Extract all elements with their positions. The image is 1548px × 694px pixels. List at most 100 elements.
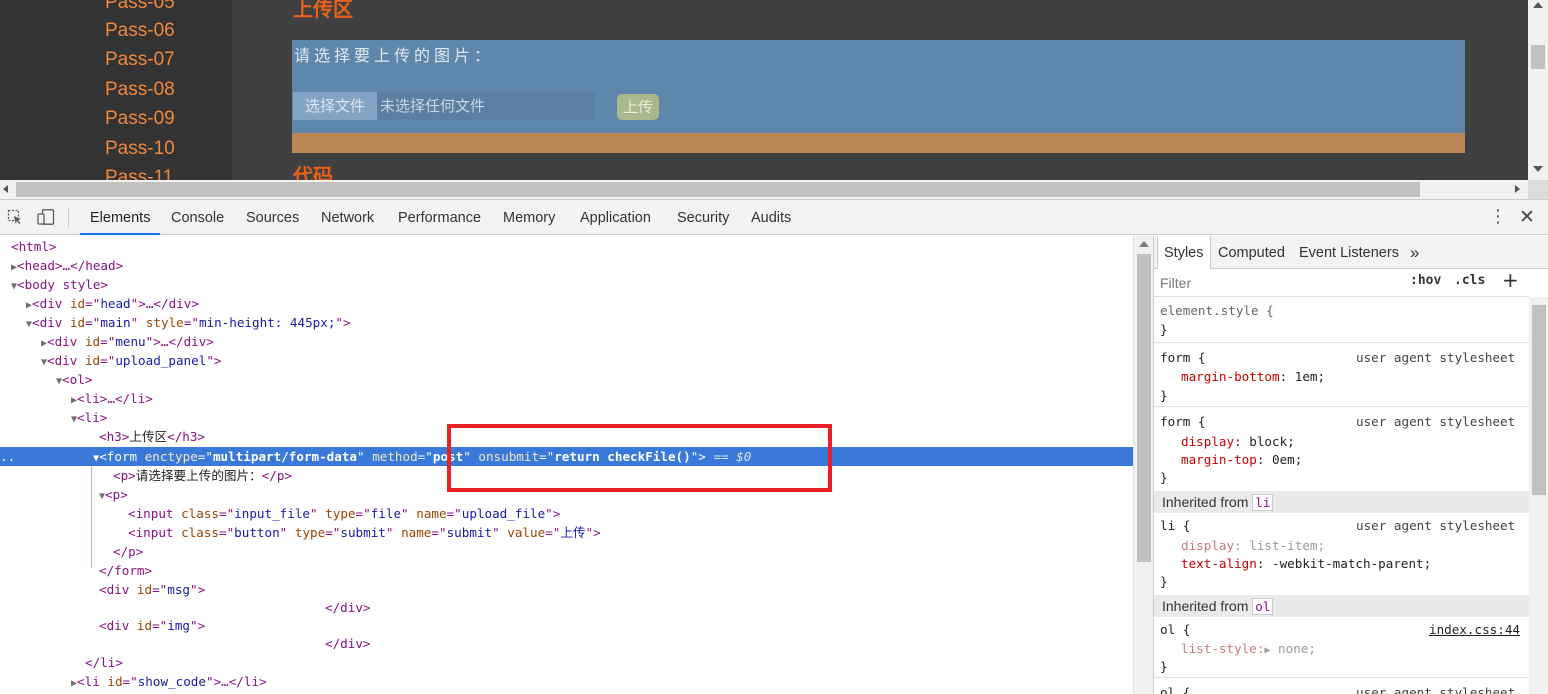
scroll-thumb[interactable] bbox=[1532, 305, 1546, 495]
inherited-ol-chip[interactable]: ol bbox=[1252, 598, 1274, 615]
hov-toggle[interactable]: :hov bbox=[1410, 273, 1441, 288]
tree-node-p[interactable]: ▼<p> bbox=[99, 485, 128, 504]
tab-application[interactable]: Application bbox=[580, 200, 651, 235]
li-rule-prop-text-align[interactable]: text-align: -webkit-match-parent; bbox=[1181, 554, 1431, 573]
scroll-up-icon[interactable] bbox=[1533, 2, 1543, 8]
li-rule-origin: user agent stylesheet bbox=[1356, 518, 1516, 533]
tree-node-form-close[interactable]: </form> bbox=[99, 561, 152, 580]
tree-node-li[interactable]: ▼<li> bbox=[71, 408, 107, 427]
tab-computed[interactable]: Computed bbox=[1218, 236, 1285, 269]
form-rule-2-selector[interactable]: form { bbox=[1160, 412, 1206, 431]
menu-item-pass-06[interactable]: Pass-06 bbox=[105, 20, 175, 42]
elements-scrollbar[interactable] bbox=[1133, 236, 1153, 694]
inherited-from-ol-header: Inherited from ol bbox=[1154, 595, 1529, 617]
menu-item-pass-05[interactable]: Pass-05 bbox=[105, 0, 175, 14]
tree-node-input-button[interactable]: <input class="button" type="submit" name… bbox=[128, 523, 601, 542]
tab-memory[interactable]: Memory bbox=[503, 200, 555, 235]
upload-submit-button[interactable]: 上传 bbox=[617, 94, 659, 120]
tab-sources[interactable]: Sources bbox=[246, 200, 299, 235]
ol-rule-selector[interactable]: ol { bbox=[1160, 620, 1190, 639]
styles-scrollbar[interactable] bbox=[1529, 297, 1548, 694]
upload-heading: 上传区 bbox=[293, 0, 353, 21]
page-vertical-scrollbar[interactable] bbox=[1528, 0, 1548, 180]
form-rule-1-selector[interactable]: form { bbox=[1160, 348, 1206, 367]
ol-rule-2-selector[interactable]: ol { bbox=[1160, 683, 1190, 694]
tree-node-input-file[interactable]: <input class="input_file" type="file" na… bbox=[128, 504, 560, 523]
new-style-rule-icon[interactable]: + bbox=[1502, 268, 1519, 292]
tab-network[interactable]: Network bbox=[321, 200, 374, 235]
tree-node-h3[interactable]: <h3>上传区</h3> bbox=[99, 427, 205, 446]
styles-filter-input[interactable]: Filter bbox=[1160, 275, 1191, 291]
menu-item-pass-07[interactable]: Pass-07 bbox=[105, 49, 175, 71]
cls-toggle[interactable]: .cls bbox=[1454, 273, 1485, 288]
page-viewport: Pass-05 Pass-06 Pass-07 Pass-08 Pass-09 … bbox=[0, 0, 1548, 180]
menu-item-pass-11[interactable]: Pass-11 bbox=[105, 167, 173, 180]
choose-file-button[interactable]: 选择文件 bbox=[293, 92, 377, 120]
scroll-thumb[interactable] bbox=[16, 182, 1420, 197]
scroll-thumb[interactable] bbox=[1531, 45, 1545, 69]
inherited-from-li-header: Inherited from li bbox=[1154, 491, 1529, 513]
devtools-toolbar: Elements Console Sources Network Perform… bbox=[0, 200, 1548, 235]
li-rule-selector[interactable]: li { bbox=[1160, 516, 1190, 535]
tree-node-div-img-close[interactable]: </div> bbox=[325, 634, 371, 653]
tree-node-div-head[interactable]: ▶<div id="head">…</div> bbox=[26, 294, 199, 313]
tree-node-div-msg-close[interactable]: </div> bbox=[325, 598, 371, 617]
scrollbar-corner bbox=[1528, 180, 1548, 199]
ol-rule-prop-list-style[interactable]: list-style:▶ none; bbox=[1181, 639, 1316, 658]
tab-styles[interactable]: Styles bbox=[1157, 236, 1211, 269]
tree-node-div-main[interactable]: ▼<div id="main" style="min-height: 445px… bbox=[26, 313, 351, 332]
tree-guide-line bbox=[91, 466, 92, 568]
close-icon[interactable]: ✕ bbox=[1519, 206, 1535, 228]
scroll-right-icon[interactable] bbox=[1515, 185, 1520, 193]
tree-node-p-prompt[interactable]: <p>请选择要上传的图片：</p> bbox=[113, 466, 292, 485]
scroll-down-icon[interactable] bbox=[1533, 166, 1543, 172]
tree-node-li-show-code[interactable]: ▶<li id="show_code">…</li> bbox=[71, 672, 267, 691]
element-style-selector[interactable]: element.style { bbox=[1160, 301, 1274, 320]
upload-prompt: 请选择要上传的图片： bbox=[294, 46, 495, 65]
tree-node-html[interactable]: <html> bbox=[11, 237, 57, 256]
tree-node-div-menu[interactable]: ▶<div id="menu">…</div> bbox=[41, 332, 214, 351]
rule-close-brace: } bbox=[1160, 322, 1168, 337]
rule-close-brace: } bbox=[1160, 470, 1168, 485]
more-options-icon[interactable]: ⋮ bbox=[1489, 208, 1507, 226]
inherited-li-chip[interactable]: li bbox=[1252, 494, 1274, 511]
tree-node-head[interactable]: ▶<head>…</head> bbox=[11, 256, 123, 275]
tree-node-li-close[interactable]: </li> bbox=[85, 653, 123, 672]
more-tabs-icon[interactable]: » bbox=[1410, 236, 1419, 269]
tab-performance[interactable]: Performance bbox=[398, 200, 481, 235]
li-rule-prop-display[interactable]: display: list-item; bbox=[1181, 536, 1325, 555]
scroll-left-icon[interactable] bbox=[3, 185, 8, 193]
rule-close-brace: } bbox=[1160, 659, 1168, 674]
tab-security[interactable]: Security bbox=[677, 200, 729, 235]
highlight-annotation-box bbox=[447, 424, 832, 492]
form-rule-1-prop[interactable]: margin-bottom: 1em; bbox=[1181, 367, 1325, 386]
scroll-thumb[interactable] bbox=[1137, 254, 1151, 562]
styles-pane: Styles Computed Event Listeners » Filter… bbox=[1153, 236, 1548, 694]
tree-node-ol[interactable]: ▼<ol> bbox=[56, 370, 92, 389]
device-toolbar-icon[interactable] bbox=[37, 209, 55, 225]
tree-node-body[interactable]: ▼<body style> bbox=[11, 275, 108, 294]
tab-audits[interactable]: Audits bbox=[751, 200, 791, 235]
form-rule-2-prop-margin-top[interactable]: margin-top: 0em; bbox=[1181, 450, 1302, 469]
ol-rule-source-link[interactable]: index.css:44 bbox=[1429, 620, 1520, 639]
tree-node-li-collapsed[interactable]: ▶<li>…</li> bbox=[71, 389, 153, 408]
page-horizontal-scrollbar[interactable] bbox=[0, 180, 1528, 199]
tree-node-div-upload-panel[interactable]: ▼<div id="upload_panel"> bbox=[41, 351, 221, 370]
tab-event-listeners[interactable]: Event Listeners bbox=[1299, 236, 1399, 269]
scroll-up-icon[interactable] bbox=[1139, 241, 1149, 247]
inspect-element-icon[interactable] bbox=[7, 209, 23, 225]
tab-elements[interactable]: Elements bbox=[80, 200, 161, 235]
no-file-label: 未选择任何文件 bbox=[380, 97, 486, 115]
tree-node-p-close[interactable]: </p> bbox=[113, 542, 143, 561]
menu-item-pass-08[interactable]: Pass-08 bbox=[105, 79, 175, 101]
rule-divider bbox=[1154, 677, 1529, 678]
menu-item-pass-09[interactable]: Pass-09 bbox=[105, 108, 175, 130]
rule-divider bbox=[1154, 406, 1529, 407]
tab-console[interactable]: Console bbox=[171, 200, 224, 235]
tree-node-div-img[interactable]: <div id="img"> bbox=[99, 616, 205, 635]
menu-item-pass-10[interactable]: Pass-10 bbox=[105, 138, 175, 160]
tree-node-div-msg[interactable]: <div id="msg"> bbox=[99, 580, 205, 599]
rule-close-brace: } bbox=[1160, 574, 1168, 589]
form-rule-2-prop-display[interactable]: display: block; bbox=[1181, 432, 1295, 451]
toolbar-divider bbox=[68, 208, 69, 228]
